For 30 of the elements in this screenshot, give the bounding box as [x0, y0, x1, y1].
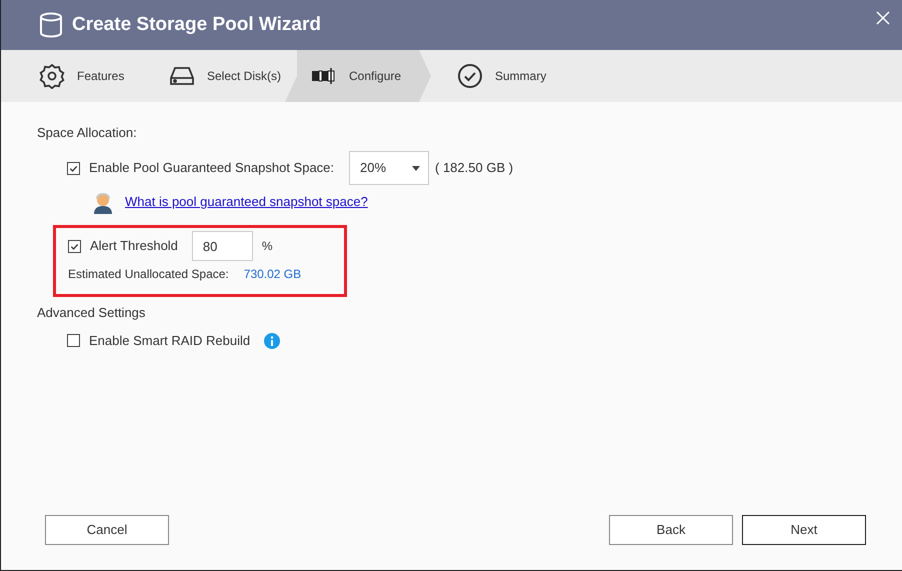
option-label: Alert Threshold	[90, 237, 178, 256]
info-icon[interactable]	[264, 332, 280, 349]
checkbox[interactable]	[67, 162, 80, 174]
gear-icon	[39, 63, 65, 89]
checkbox[interactable]	[67, 334, 80, 348]
dialog-button[interactable]: Cancel	[45, 515, 169, 545]
help-link[interactable]: What is pool guaranteed snapshot space?	[125, 192, 368, 212]
estimate-label: Estimated Unallocated Space:	[68, 266, 229, 283]
person-icon	[91, 190, 115, 214]
threshold-field[interactable]: 80	[192, 231, 253, 261]
dialog-button[interactable]: Next	[742, 515, 866, 545]
estimate-value: 730.02 GB	[244, 266, 302, 283]
option-label: Enable Pool Guaranteed Snapshot Space:	[89, 159, 334, 178]
window-title: Create Storage Pool Wizard	[72, 12, 321, 37]
wizard-step[interactable]: Features	[25, 50, 155, 102]
wizard-step[interactable]: Summary	[443, 50, 573, 102]
wizard-step[interactable]: Select Disk(s)	[155, 50, 285, 102]
close-icon[interactable]	[876, 11, 890, 25]
wizard-step[interactable]: Configure	[285, 50, 431, 102]
unit-text: %	[262, 238, 273, 255]
database-icon	[39, 12, 63, 38]
section-heading: Advanced Settings	[37, 304, 146, 321]
checkbox[interactable]	[68, 240, 81, 252]
size-text: ( 182.50 GB )	[435, 159, 514, 178]
dialog-button[interactable]: Back	[609, 515, 733, 545]
option-label: Enable Smart RAID Rebuild	[89, 332, 250, 350]
section-heading: Space Allocation:	[37, 124, 138, 141]
caret-icon	[412, 166, 420, 170]
check-circle-icon	[457, 63, 483, 89]
percentage-dropdown[interactable]: 20%	[349, 151, 430, 185]
